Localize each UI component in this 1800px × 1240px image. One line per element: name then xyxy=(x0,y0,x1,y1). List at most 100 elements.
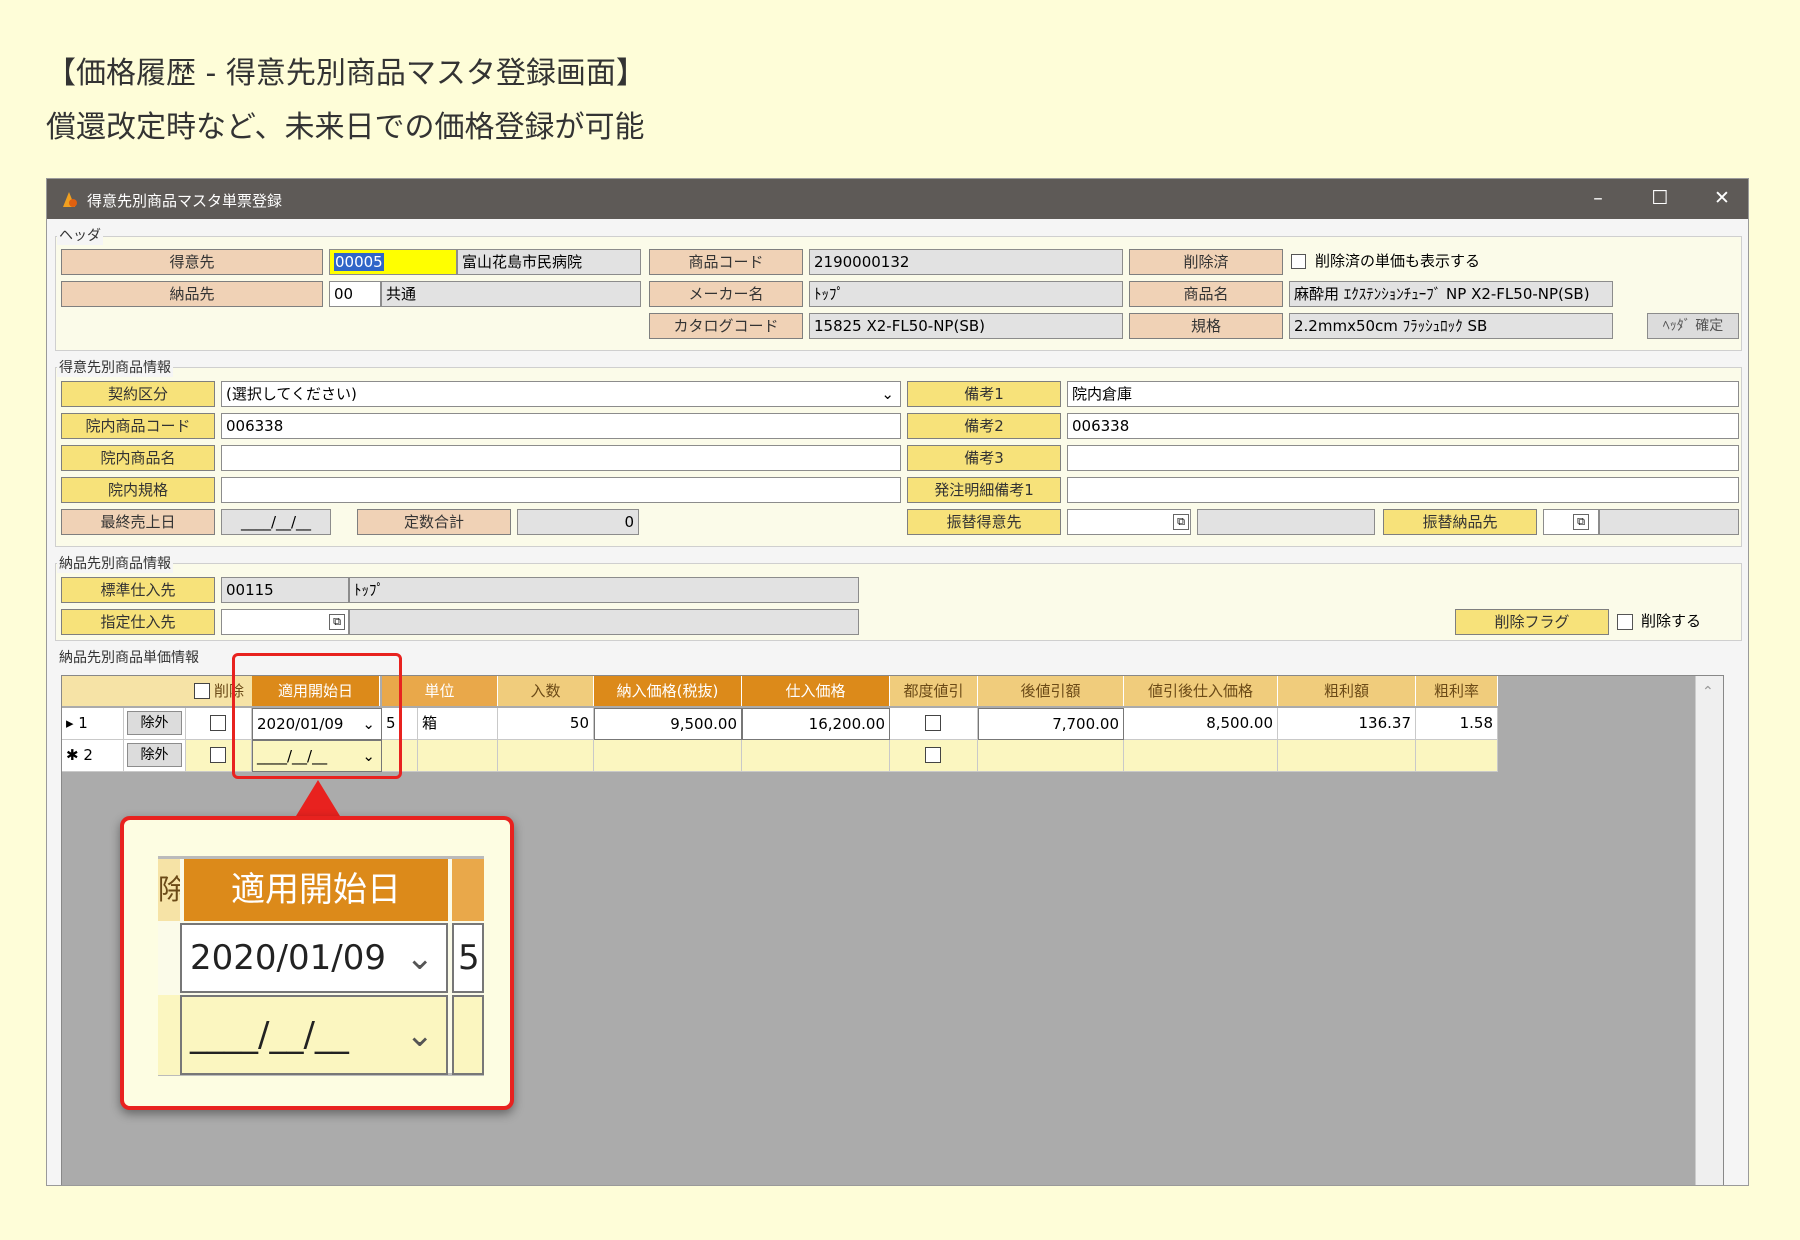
hosp-code-input[interactable]: 006338 xyxy=(221,413,901,439)
col-each-discount-header: 都度値引 xyxy=(890,676,978,706)
exclude-button[interactable]: 除外 xyxy=(127,711,182,735)
chevron-down-icon: ⌄ xyxy=(881,385,894,403)
std-supplier-label: 標準仕入先 xyxy=(61,577,215,603)
delivery-price-cell[interactable] xyxy=(594,740,742,772)
delivery-name-field: 共通 xyxy=(381,281,641,307)
delivery-info-legend: 納品先別商品情報 xyxy=(57,553,173,573)
transfer-delivery-input[interactable] xyxy=(1543,509,1599,535)
quantity-cell[interactable]: 50 xyxy=(498,708,594,740)
contract-label: 契約区分 xyxy=(61,381,215,407)
last-sale-field: ____/__/__ xyxy=(221,509,331,535)
customer-info-legend: 得意先別商品情報 xyxy=(57,357,173,377)
hosp-name-input[interactable] xyxy=(221,445,901,471)
purchase-price-cell[interactable] xyxy=(742,740,890,772)
minimize-button[interactable]: – xyxy=(1583,187,1613,209)
table-row: 除外 xyxy=(124,708,186,740)
scroll-up-icon[interactable]: ⌃ xyxy=(1702,684,1714,700)
contract-select[interactable]: (選択してください) ⌄ xyxy=(221,381,901,407)
price-info-legend: 納品先別商品単価情報 xyxy=(57,647,201,667)
chevron-down-icon: ⌄ xyxy=(405,938,435,978)
maximize-button[interactable]: ☐ xyxy=(1645,187,1675,209)
zoom-unit-header xyxy=(452,859,484,921)
customer-name-field: 富山花島市民病院 xyxy=(457,249,641,275)
post-discount-cell[interactable] xyxy=(978,740,1124,772)
delivery-code-input[interactable]: 00 xyxy=(329,281,381,307)
hosp-name-label: 院内商品名 xyxy=(61,445,215,471)
customer-code-input[interactable]: 00005 xyxy=(329,249,457,275)
row-delete-checkbox[interactable] xyxy=(210,747,226,763)
delete-flag-checkbox[interactable] xyxy=(1617,614,1633,630)
hosp-spec-input[interactable] xyxy=(221,477,901,503)
col-purchase-price-header: 仕入価格 xyxy=(742,676,890,706)
table-row xyxy=(890,740,978,772)
col-net-purchase-header: 値引後仕入価格 xyxy=(1124,676,1278,706)
header-confirm-button[interactable]: ﾍｯﾀﾞ 確定 xyxy=(1647,313,1739,339)
post-discount-cell[interactable]: 7,700.00 xyxy=(978,708,1124,740)
gross-profit-cell: 136.37 xyxy=(1278,708,1416,740)
qty-total-field: 0 xyxy=(517,509,639,535)
purchase-price-cell[interactable]: 16,200.00 xyxy=(742,708,890,740)
hosp-code-label: 院内商品コード xyxy=(61,413,215,439)
std-supplier-name: ﾄｯﾌﾟ xyxy=(349,577,859,603)
last-sale-label: 最終売上日 xyxy=(61,509,215,535)
col-gross-profit-header: 粗利額 xyxy=(1278,676,1416,706)
window-title: 得意先別商品マスタ単票登録 xyxy=(87,192,283,210)
delete-flag-label: 削除フラグ xyxy=(1455,609,1609,635)
title-bar: 得意先別商品マスタ単票登録 – ☐ ✕ xyxy=(47,179,1748,219)
highlight-frame xyxy=(232,653,402,779)
zoom-date1: 2020/01/09 ⌄ xyxy=(180,923,448,993)
row-delete-checkbox[interactable] xyxy=(210,715,226,731)
customer-label: 得意先 xyxy=(61,249,323,275)
unit-cell[interactable]: 箱 xyxy=(418,708,498,740)
exclude-button[interactable]: 除外 xyxy=(127,743,182,767)
zoom-content: 除 適用開始日 2020/01/09⌄ 5 ____/__/__⌄ xyxy=(158,856,484,1076)
each-discount-checkbox[interactable] xyxy=(925,747,941,763)
note2-label: 備考2 xyxy=(907,413,1061,439)
header-legend: ヘッダ xyxy=(57,225,103,245)
spec-label: 規格 xyxy=(1129,313,1283,339)
chevron-down-icon: ⌄ xyxy=(405,1015,435,1055)
table-row: 除外 xyxy=(124,740,186,772)
lookup-icon[interactable]: ⧉ xyxy=(1573,514,1589,530)
grid-corner xyxy=(62,676,186,706)
select-all-checkbox[interactable] xyxy=(194,683,210,699)
transfer-delivery-label: 振替納品先 xyxy=(1383,509,1537,535)
designated-supplier-name xyxy=(349,609,859,635)
show-deleted-checkbox[interactable] xyxy=(1291,254,1306,269)
maker-field: ﾄｯﾌﾟ xyxy=(809,281,1123,307)
order-note-input[interactable] xyxy=(1067,477,1739,503)
transfer-customer-name xyxy=(1197,509,1375,535)
table-row xyxy=(890,708,978,740)
note2-input[interactable]: 006338 xyxy=(1067,413,1739,439)
product-code-field: 2190000132 xyxy=(809,249,1123,275)
delivery-price-cell[interactable]: 9,500.00 xyxy=(594,708,742,740)
note1-input[interactable]: 院内倉庫 xyxy=(1067,381,1739,407)
delivery-label: 納品先 xyxy=(61,281,323,307)
zoom-unit-code: 5 xyxy=(452,923,484,993)
quantity-cell[interactable] xyxy=(498,740,594,772)
row-marker: ▸ 1 xyxy=(62,708,124,740)
net-purchase-cell: 8,500.00 xyxy=(1124,708,1278,740)
close-button[interactable]: ✕ xyxy=(1707,187,1737,209)
caption-title: 【価格履歴 - 得意先別商品マスタ登録画面】 xyxy=(46,56,646,91)
show-deleted-label: 削除済の単価も表示する xyxy=(1315,252,1481,270)
lookup-icon[interactable]: ⧉ xyxy=(1173,514,1189,530)
zoom-callout: 除 適用開始日 2020/01/09⌄ 5 ____/__/__⌄ xyxy=(120,816,514,1110)
app-icon xyxy=(63,192,77,207)
col-quantity-header: 入数 xyxy=(498,676,594,706)
zoom-edge-cell xyxy=(158,995,180,1075)
note1-label: 備考1 xyxy=(907,381,1061,407)
vertical-scrollbar[interactable]: ⌃ xyxy=(1695,676,1723,1185)
zoom-header: 適用開始日 xyxy=(184,859,448,921)
lookup-icon[interactable]: ⧉ xyxy=(329,614,345,630)
net-purchase-cell xyxy=(1124,740,1278,772)
col-gross-rate-header: 粗利率 xyxy=(1416,676,1498,706)
product-code-label: 商品コード xyxy=(649,249,803,275)
zoom-date2: ____/__/__ ⌄ xyxy=(180,995,448,1075)
callout-arrow xyxy=(296,780,340,816)
product-name-field: 麻酔用 ｴｸｽﾃﾝｼｮﾝﾁｭｰﾌﾞ NP X2-FL50-NP(SB) xyxy=(1289,281,1613,307)
gross-profit-cell xyxy=(1278,740,1416,772)
each-discount-checkbox[interactable] xyxy=(925,715,941,731)
note3-input[interactable] xyxy=(1067,445,1739,471)
unit-cell[interactable] xyxy=(418,740,498,772)
